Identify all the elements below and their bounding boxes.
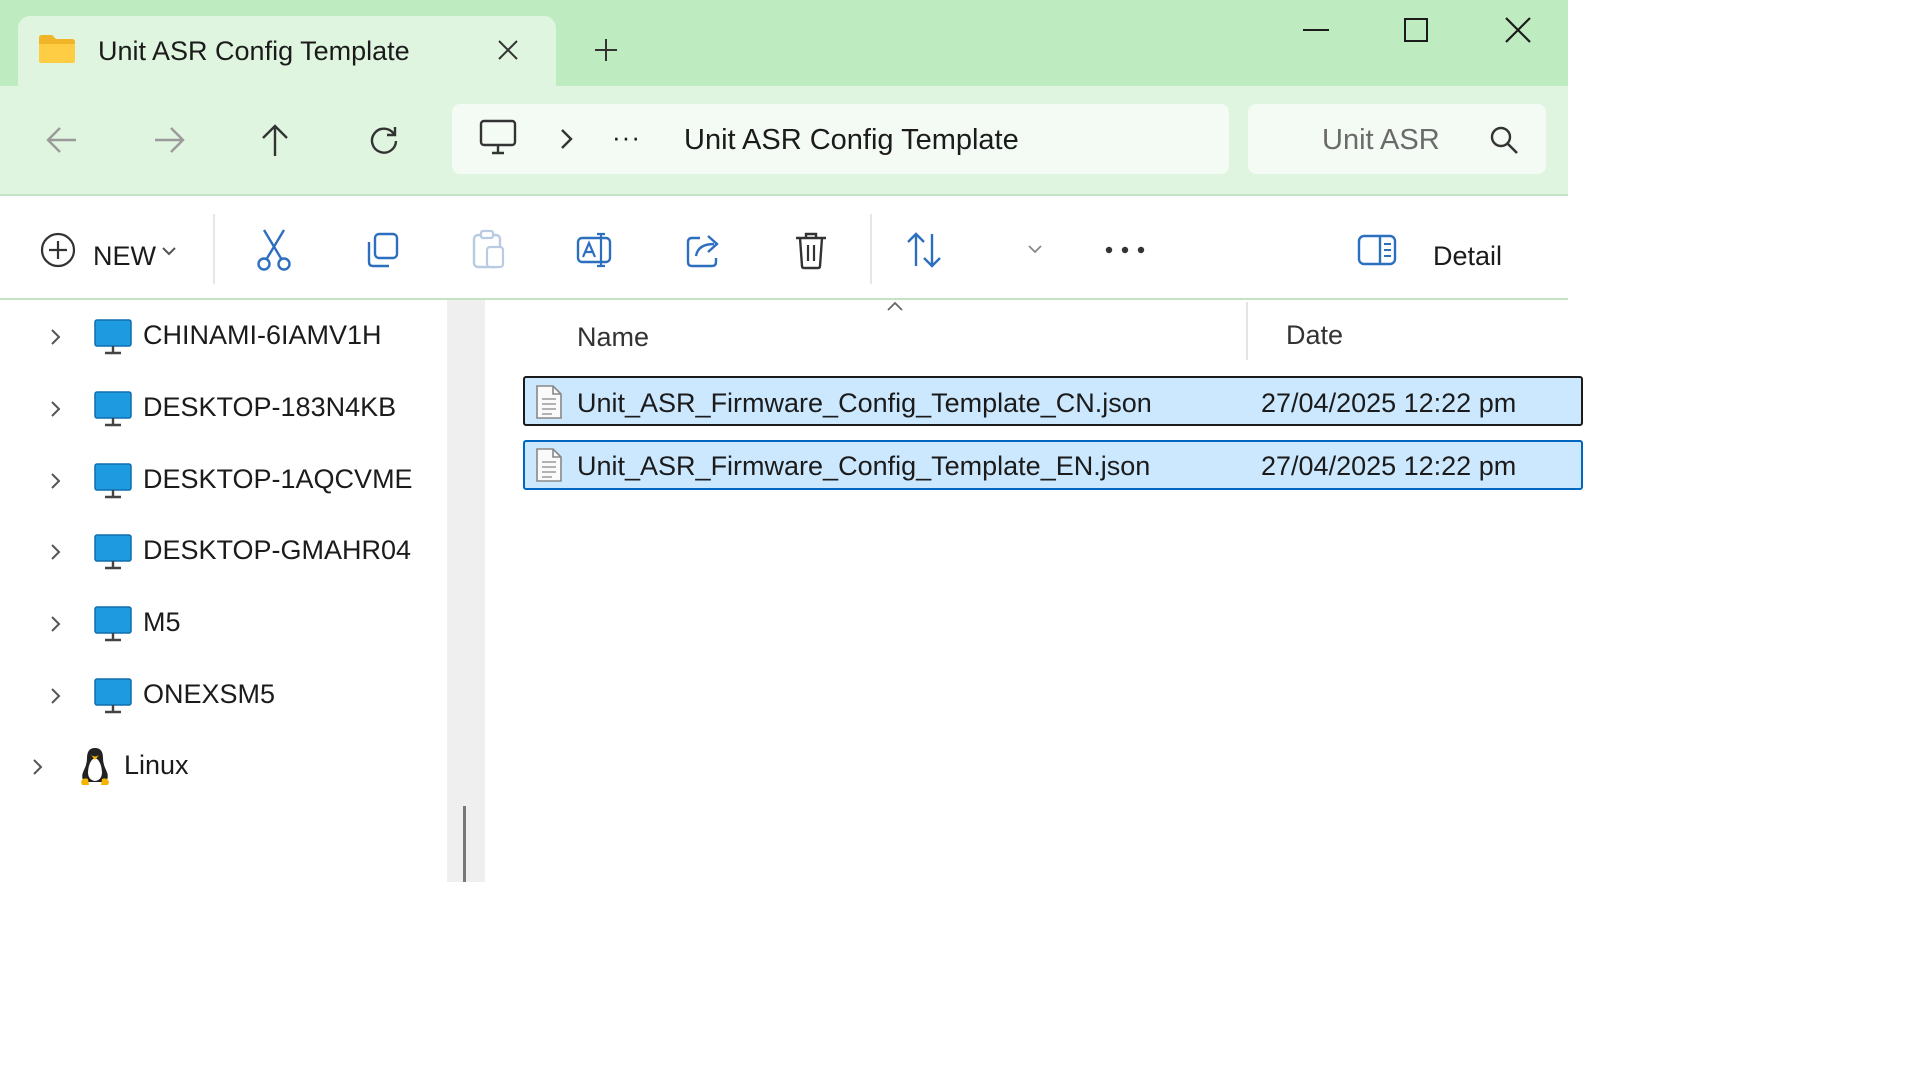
text-file-icon (536, 448, 562, 482)
text-file-icon (536, 385, 562, 419)
chevron-right-icon[interactable] (553, 124, 579, 154)
computer-icon (94, 606, 132, 642)
folder-icon (39, 35, 75, 63)
sidebar-item-label: Linux (124, 750, 189, 780)
tab-title: Unit ASR Config Template (98, 36, 410, 66)
sort-ascending-chevron-icon (887, 301, 903, 311)
sidebar-item-label: DESKTOP-183N4KB (143, 392, 397, 422)
forward-arrow-icon[interactable] (143, 114, 195, 166)
refresh-icon[interactable] (358, 114, 410, 166)
sidebar-item-linux[interactable] (14, 736, 414, 796)
up-arrow-icon[interactable] (249, 114, 301, 166)
sidebar-item-label: ONEXSM5 (143, 679, 276, 709)
maximize-icon[interactable] (1386, 8, 1446, 52)
breadcrumb-ellipsis[interactable]: ··· (612, 122, 641, 153)
file-name: Unit_ASR_Firmware_Config_Template_EN.jso… (577, 451, 1151, 481)
cut-icon[interactable] (250, 226, 298, 274)
column-divider[interactable] (1246, 302, 1248, 360)
column-header-name[interactable]: Name (577, 320, 649, 354)
minimize-icon[interactable] (1286, 8, 1346, 52)
breadcrumb-current-folder[interactable]: Unit ASR Config Template (684, 122, 1019, 158)
computer-icon (94, 463, 132, 499)
chevron-down-icon (162, 247, 176, 256)
new-plus-icon (40, 232, 76, 268)
details-pane-icon[interactable] (1356, 230, 1400, 270)
chevron-right-icon[interactable] (45, 609, 67, 639)
tab-close-icon[interactable] (490, 32, 526, 68)
sidebar-item-m5[interactable] (30, 593, 430, 653)
file-name: Unit_ASR_Firmware_Config_Template_CN.jso… (577, 388, 1152, 418)
new-button-label: NEW (93, 241, 156, 271)
copy-icon[interactable] (358, 226, 406, 274)
file-date: 27/04/2025 12:22 pm (1261, 388, 1517, 418)
linux-penguin-icon (81, 748, 109, 785)
sidebar-item-label: CHINAMI-6IAMV1H (143, 320, 382, 350)
chevron-right-icon[interactable] (45, 537, 67, 567)
toolbar-separator (213, 214, 215, 284)
sort-icon[interactable] (900, 226, 948, 274)
chevron-right-icon[interactable] (45, 394, 67, 424)
new-tab-plus-icon[interactable] (588, 32, 624, 68)
sidebar-item-label: M5 (143, 607, 181, 637)
rename-icon[interactable] (572, 226, 620, 274)
computer-icon (94, 319, 132, 355)
column-header-date[interactable]: Date (1286, 318, 1343, 352)
search-input[interactable]: Unit ASR (1322, 122, 1440, 158)
more-icon[interactable] (1100, 228, 1150, 272)
share-icon[interactable] (680, 226, 728, 274)
command-toolbar (0, 196, 1568, 300)
search-icon[interactable] (1488, 124, 1520, 156)
computer-icon[interactable] (478, 118, 518, 158)
computer-icon (94, 534, 132, 570)
chevron-right-icon[interactable] (45, 681, 67, 711)
computer-icon (94, 391, 132, 427)
chevron-right-icon[interactable] (45, 322, 67, 352)
details-button-label[interactable]: Detail (1433, 240, 1502, 272)
close-window-icon[interactable] (1488, 8, 1548, 52)
chevron-right-icon[interactable] (45, 466, 67, 496)
toolbar-separator (870, 214, 872, 284)
computer-icon (94, 678, 132, 714)
sidebar-item-label: DESKTOP-1AQCVME (143, 464, 413, 494)
sidebar-scrollbar-track[interactable] (447, 300, 485, 882)
chevron-down-icon[interactable] (1022, 240, 1048, 260)
paste-icon[interactable] (465, 226, 513, 274)
file-date: 27/04/2025 12:22 pm (1261, 451, 1517, 481)
sidebar-scrollbar-thumb[interactable] (463, 806, 466, 882)
sidebar-item-label: DESKTOP-GMAHR04 (143, 535, 412, 565)
back-arrow-icon[interactable] (36, 114, 88, 166)
chevron-right-icon[interactable] (27, 752, 49, 782)
delete-icon[interactable] (787, 226, 835, 274)
